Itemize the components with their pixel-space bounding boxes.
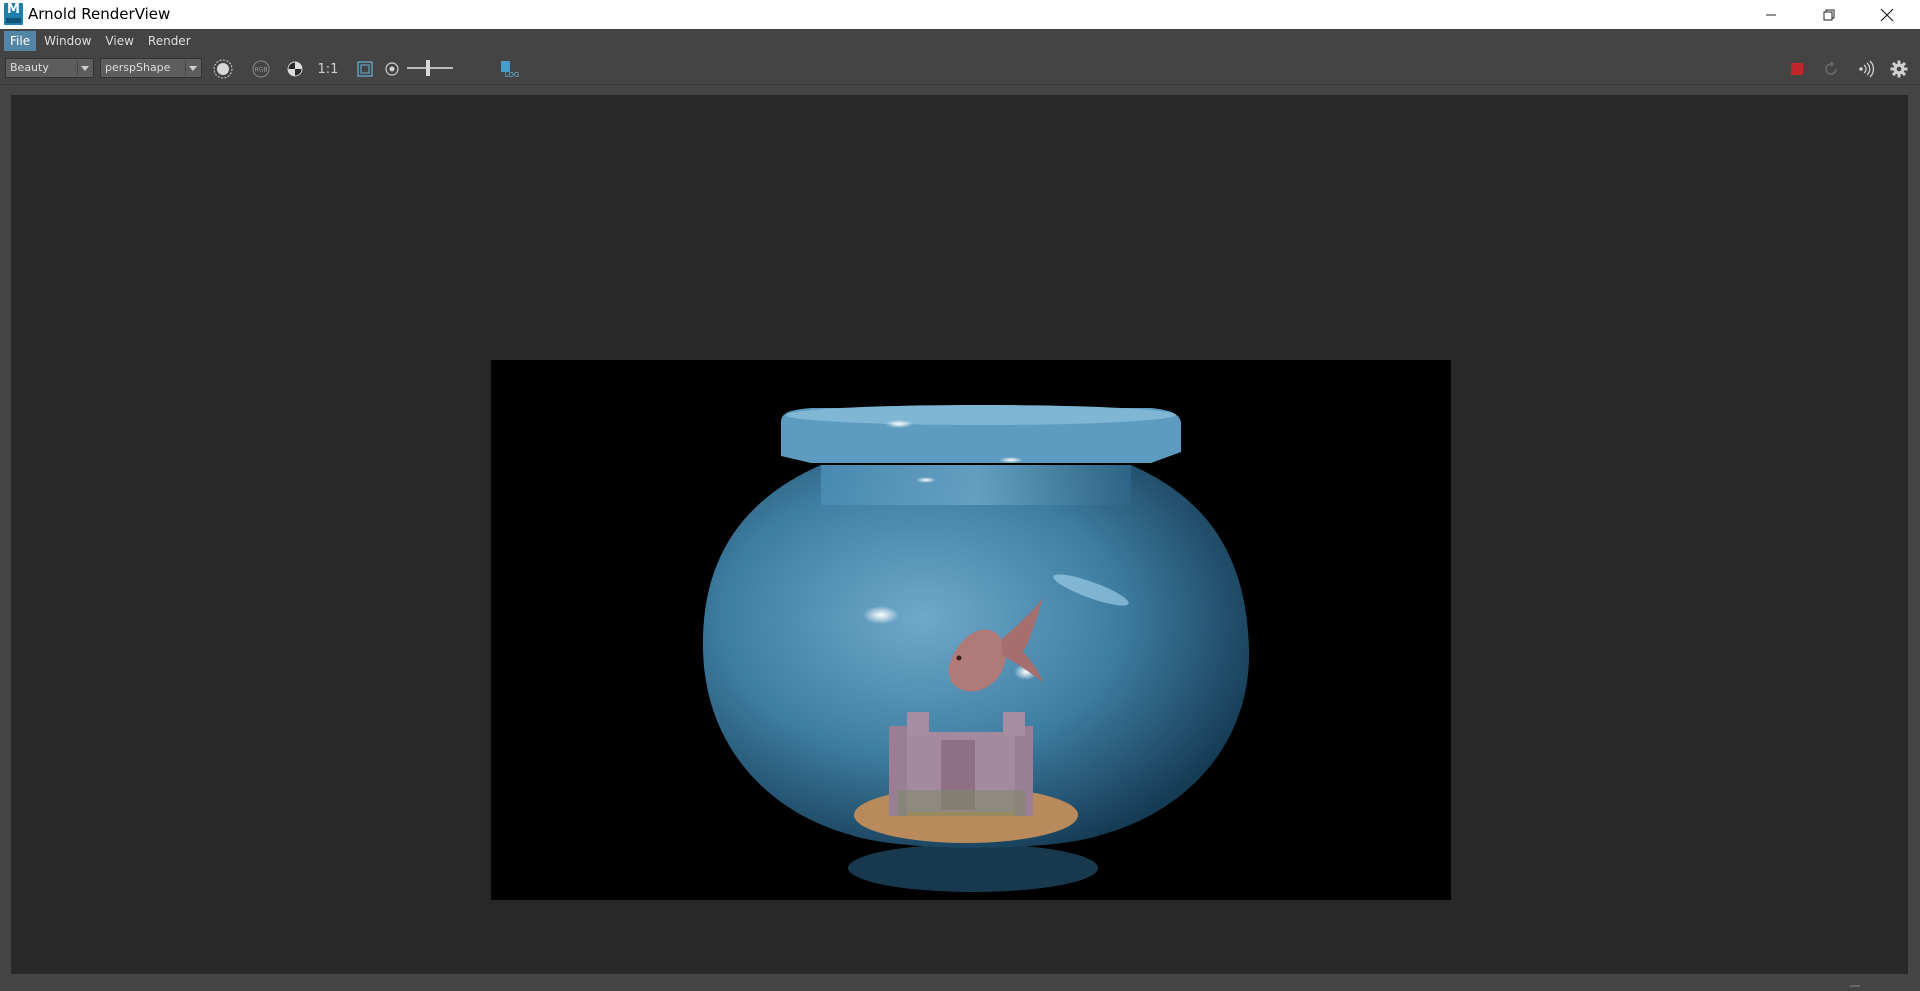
svg-text:RGB: RGB <box>255 67 268 74</box>
stop-render-icon[interactable] <box>1785 57 1809 81</box>
exposure-slider-track[interactable] <box>407 67 453 69</box>
menu-bar: File Window View Render <box>0 29 1920 53</box>
channel-circle-icon[interactable] <box>211 57 235 81</box>
aov-dropdown-value: Beauty <box>10 61 49 74</box>
restore-button[interactable] <box>1800 0 1858 29</box>
log-icon[interactable]: LOG <box>497 57 521 81</box>
restore-icon <box>1823 9 1835 20</box>
rgb-icon[interactable]: RGB <box>249 57 273 81</box>
resize-grip-icon[interactable] <box>1848 976 1862 988</box>
settings-gear-icon[interactable] <box>1887 57 1911 81</box>
refresh-render-icon[interactable] <box>1819 57 1843 81</box>
chevron-down-icon <box>185 61 199 75</box>
status-bar <box>0 974 1920 991</box>
render-image <box>491 360 1451 900</box>
toolbar: Beauty perspShape RGB 1:1 0 LOG <box>0 53 1920 130</box>
menu-file[interactable]: File <box>4 31 37 51</box>
exposure-slider-handle[interactable] <box>426 60 430 76</box>
camera-dropdown-value: perspShape <box>105 61 171 74</box>
title-bar: M Arnold RenderView <box>0 0 1920 29</box>
checker-icon[interactable] <box>283 57 307 81</box>
close-icon <box>1880 8 1894 21</box>
aov-dropdown[interactable]: Beauty <box>5 58 94 78</box>
minimize-icon <box>1766 14 1776 15</box>
crop-region-icon[interactable] <box>353 57 377 81</box>
ipr-icon[interactable] <box>1853 57 1877 81</box>
svg-text:LOG: LOG <box>505 71 520 79</box>
camera-dropdown[interactable]: perspShape <box>100 58 202 78</box>
close-button[interactable] <box>1858 0 1916 29</box>
minimize-button[interactable] <box>1742 0 1800 29</box>
chevron-down-icon <box>77 61 91 75</box>
fishbowl-render <box>702 405 1250 892</box>
window-title: Arnold RenderView <box>28 5 171 23</box>
menu-window[interactable]: Window <box>38 31 97 51</box>
render-viewport[interactable] <box>11 95 1908 974</box>
pixel-ratio-button[interactable]: 1:1 <box>316 57 340 81</box>
menu-view[interactable]: View <box>99 31 139 51</box>
maya-logo-icon: M <box>4 3 23 25</box>
exposure-icon[interactable] <box>380 57 404 81</box>
menu-render[interactable]: Render <box>142 31 197 51</box>
